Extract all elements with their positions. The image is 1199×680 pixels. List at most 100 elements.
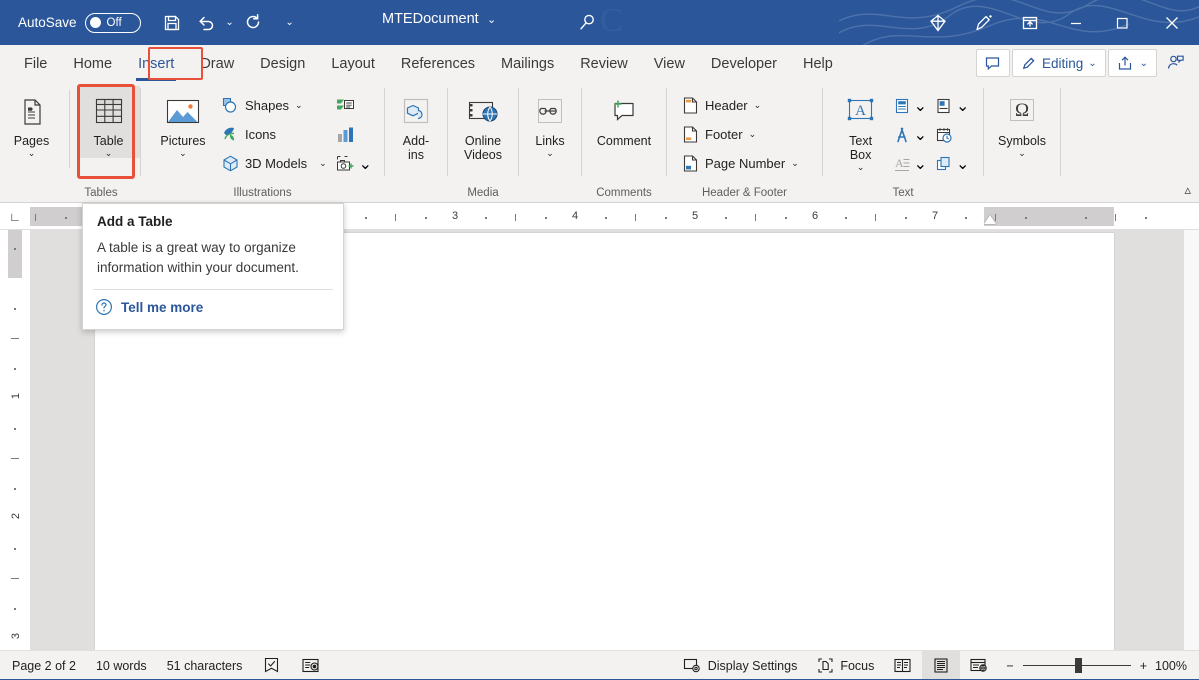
customize-quick-access-icon[interactable]: ⌄ xyxy=(283,17,297,28)
read-mode-button[interactable] xyxy=(884,651,922,680)
tab-help[interactable]: Help xyxy=(793,49,843,79)
quick-parts-button[interactable]: ⌄ xyxy=(889,91,931,120)
ruler-number: 5 xyxy=(692,210,698,222)
tell-me-more-link[interactable]: Tell me more xyxy=(83,290,343,316)
tab-mailings[interactable]: Mailings xyxy=(491,49,564,79)
search-icon[interactable] xyxy=(570,6,604,40)
zoom-out-button[interactable]: − xyxy=(1006,659,1013,673)
display-settings-button[interactable]: Display Settings xyxy=(673,651,808,680)
footer-button[interactable]: Footer ⌄ xyxy=(677,120,803,149)
vertical-ruler[interactable]: 123 xyxy=(0,230,30,650)
editing-mode-button[interactable]: Editing ⌄ xyxy=(1012,49,1106,77)
vertical-ruler-quarter-tick xyxy=(14,368,16,370)
text-icon-column-1: ⌄ ⌄ A ⌄ xyxy=(889,86,931,178)
zoom-control[interactable]: − + xyxy=(998,659,1155,673)
maximize-icon[interactable] xyxy=(1099,0,1145,45)
object-caret-icon: ⌄ xyxy=(956,154,969,174)
tab-review[interactable]: Review xyxy=(570,49,638,79)
close-icon[interactable] xyxy=(1145,0,1199,45)
symbols-button[interactable]: Ω Symbols ⌄ xyxy=(985,86,1059,158)
zoom-slider-track[interactable] xyxy=(1023,665,1131,666)
minimize-icon[interactable] xyxy=(1053,0,1099,45)
tab-developer[interactable]: Developer xyxy=(701,49,787,79)
date-time-button[interactable] xyxy=(931,120,973,149)
ribbon-group-comments: Comment Comments xyxy=(582,82,666,203)
undo-icon[interactable] xyxy=(189,6,223,40)
header-button[interactable]: Header ⌄ xyxy=(677,91,803,120)
share-icon xyxy=(1117,55,1133,71)
collapse-ribbon-icon[interactable]: ▵ xyxy=(1184,182,1191,198)
3d-models-button[interactable]: 3D Models ⌄ xyxy=(217,149,331,178)
zoom-level-label[interactable]: 100% xyxy=(1155,659,1199,673)
tab-stop-selector[interactable]: ∟ xyxy=(4,207,26,227)
ribbon-group-symbols: Ω Symbols ⌄ xyxy=(984,82,1060,203)
comment-icon[interactable] xyxy=(976,49,1010,77)
icons-icon xyxy=(221,125,240,144)
screenshot-icon xyxy=(335,154,356,174)
tab-references[interactable]: References xyxy=(391,49,485,79)
tab-home[interactable]: Home xyxy=(63,49,122,79)
print-layout-button[interactable] xyxy=(922,651,960,680)
pen-effects-icon[interactable] xyxy=(961,0,1007,45)
diamond-icon[interactable] xyxy=(915,0,961,45)
web-layout-button[interactable] xyxy=(960,651,998,680)
signature-line-icon xyxy=(935,97,953,115)
tab-design[interactable]: Design xyxy=(250,49,315,79)
footer-caret-icon: ⌄ xyxy=(749,129,757,140)
tab-file[interactable]: File xyxy=(14,49,57,79)
undo-caret-icon[interactable]: ⌄ xyxy=(223,17,237,28)
tab-draw[interactable]: Draw xyxy=(190,49,244,79)
pages-button[interactable]: Pages ⌄ xyxy=(1,86,63,158)
proofing-errors-icon[interactable] xyxy=(252,651,291,680)
ruler-right-margin xyxy=(984,207,1114,226)
group-label-tables: Tables xyxy=(62,187,140,199)
vertical-ruler-quarter-tick xyxy=(14,548,16,550)
save-icon[interactable] xyxy=(155,6,189,40)
group-label-text: Text xyxy=(823,187,983,199)
symbols-caret-icon: ⌄ xyxy=(1018,148,1026,158)
vertical-scrollbar[interactable] xyxy=(1184,230,1199,650)
chart-button[interactable] xyxy=(331,120,376,149)
share-button[interactable]: ⌄ xyxy=(1108,49,1157,77)
page-number-button[interactable]: Page Number ⌄ xyxy=(677,149,803,178)
shapes-icon xyxy=(221,96,240,115)
tab-insert[interactable]: Insert xyxy=(128,49,184,79)
share-caret-icon: ⌄ xyxy=(1140,58,1148,69)
focus-button[interactable]: Focus xyxy=(807,651,884,680)
ruler-half-tick xyxy=(515,214,516,221)
ribbon-display-options-icon[interactable] xyxy=(1007,0,1053,45)
zoom-in-button[interactable]: + xyxy=(1140,659,1147,673)
table-button[interactable]: Table ⌄ xyxy=(78,86,140,158)
share-with-people-icon[interactable] xyxy=(1159,49,1193,77)
signature-line-caret-icon: ⌄ xyxy=(956,96,969,116)
autosave-toggle[interactable]: Off xyxy=(85,13,141,33)
online-videos-button[interactable]: Online Videos xyxy=(449,86,517,162)
shapes-button[interactable]: Shapes ⌄ xyxy=(217,91,331,120)
icons-button[interactable]: Icons xyxy=(217,120,331,149)
text-box-button[interactable]: A Text Box ⌄ xyxy=(833,86,889,172)
tab-layout[interactable]: Layout xyxy=(321,49,385,79)
page-indicator[interactable]: Page 2 of 2 xyxy=(0,651,86,680)
redo-icon[interactable] xyxy=(237,6,271,40)
wordart-button[interactable]: ⌄ xyxy=(889,120,931,149)
new-comment-button[interactable]: Comment xyxy=(583,86,665,148)
links-button[interactable]: Links ⌄ xyxy=(519,86,581,158)
character-count[interactable]: 51 characters xyxy=(157,651,253,680)
accessibility-checker-icon[interactable] xyxy=(291,651,331,680)
editing-caret-icon: ⌄ xyxy=(1088,58,1096,69)
tab-view[interactable]: View xyxy=(644,49,695,79)
3d-models-caret-icon: ⌄ xyxy=(319,158,327,169)
drop-cap-button[interactable]: A ⌄ xyxy=(889,149,931,178)
pages-label: Pages xyxy=(14,134,49,148)
right-indent-marker[interactable] xyxy=(984,215,996,224)
ruler-quarter-tick xyxy=(425,217,427,219)
pictures-button[interactable]: Pictures ⌄ xyxy=(149,86,217,158)
add-ins-button[interactable]: Add- ins xyxy=(385,86,447,162)
zoom-slider-thumb[interactable] xyxy=(1075,658,1082,673)
document-title-caret-icon[interactable]: ⌄ xyxy=(487,13,496,26)
object-button[interactable]: ⌄ xyxy=(931,149,973,178)
screenshot-button[interactable]: ⌄ xyxy=(331,149,376,178)
smartart-button[interactable] xyxy=(331,91,376,120)
signature-line-button[interactable]: ⌄ xyxy=(931,91,973,120)
word-count[interactable]: 10 words xyxy=(86,651,157,680)
